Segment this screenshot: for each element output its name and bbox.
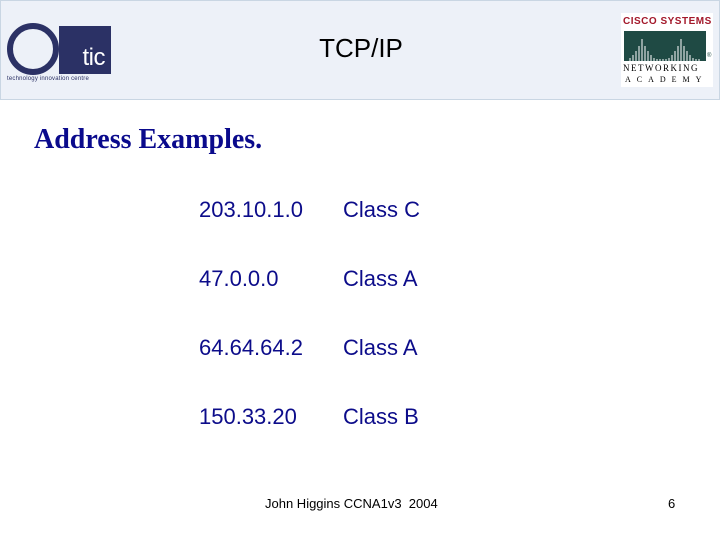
cisco-networking-text: Networking bbox=[623, 63, 699, 73]
ip-address: 47.0.0.0 bbox=[199, 266, 279, 291]
page-number: 6 bbox=[668, 496, 676, 511]
example-row: 47.0.0.0 Class A bbox=[199, 266, 499, 296]
slide-header: tic technology innovation centre TCP/IP … bbox=[0, 0, 720, 100]
footer-credit: John Higgins CCNA1v3 2004 bbox=[265, 496, 438, 511]
slide-title: TCP/IP bbox=[319, 33, 403, 63]
ip-address: 150.33.20 bbox=[199, 404, 297, 429]
address-class: Class A bbox=[343, 266, 418, 291]
ip-address: 64.64.64.2 bbox=[199, 335, 303, 360]
cisco-name: Cisco Systems bbox=[623, 16, 712, 27]
registered-mark: ® bbox=[707, 53, 712, 59]
address-class: Class B bbox=[343, 404, 419, 429]
section-heading: Address Examples. bbox=[34, 124, 263, 155]
example-row: 64.64.64.2 Class A bbox=[199, 335, 499, 365]
address-class: Class C bbox=[343, 197, 421, 222]
otic-tagline: technology innovation centre bbox=[7, 76, 89, 82]
cisco-networking-academy-logo: Cisco Systems ® Ne bbox=[621, 13, 713, 87]
example-row: 150.33.20 Class B bbox=[199, 404, 499, 434]
example-row: 203.10.1.0 Class C bbox=[199, 197, 499, 227]
cisco-academy-text: ACADEMY bbox=[625, 75, 708, 84]
ip-address: 203.10.1.0 bbox=[199, 197, 303, 222]
address-class: Class A bbox=[343, 335, 418, 360]
cisco-bridge-icon bbox=[624, 31, 706, 61]
